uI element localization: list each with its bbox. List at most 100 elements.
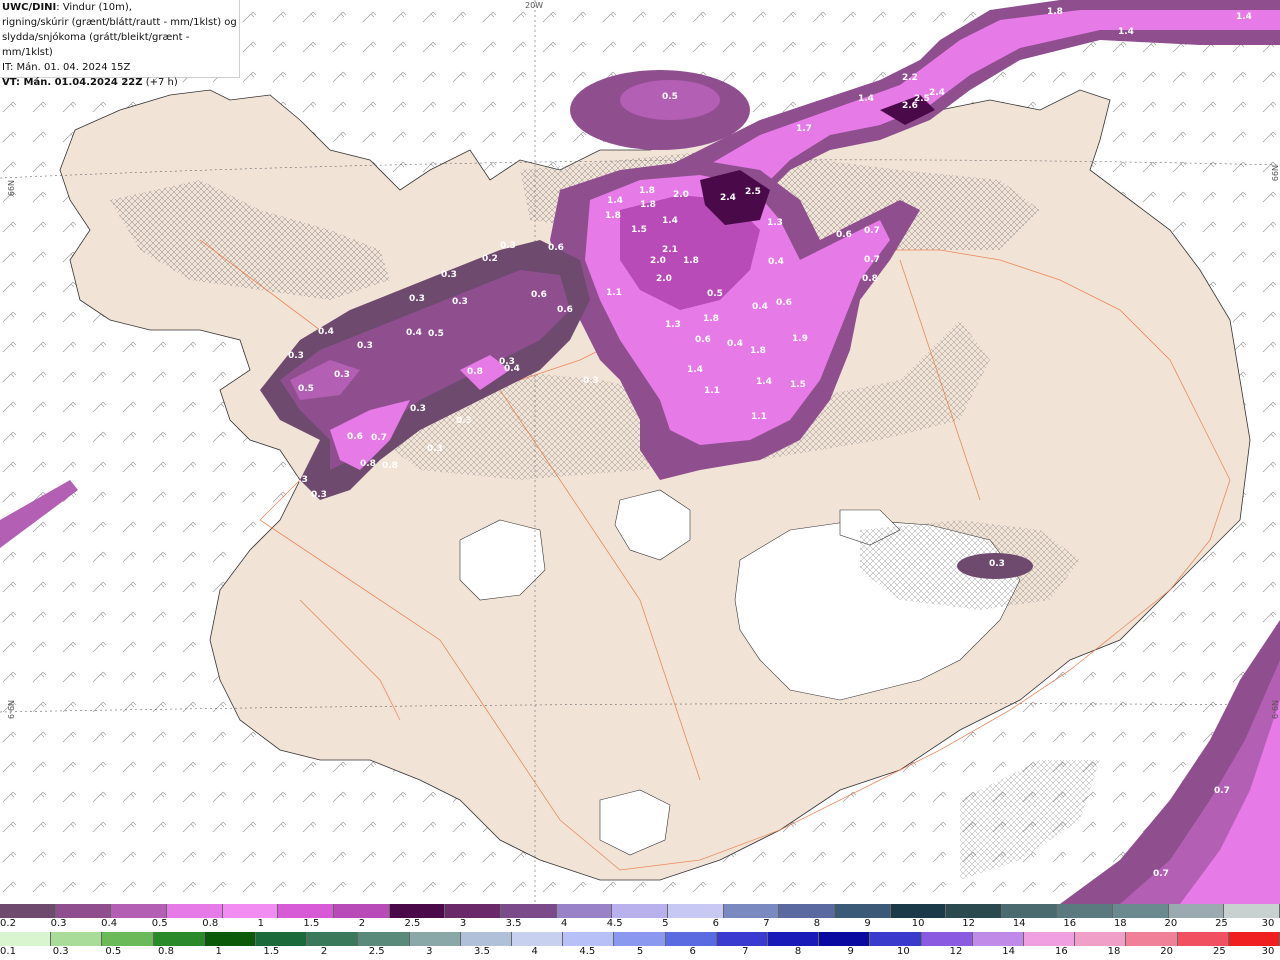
rain-legend-tick-label: 6 — [689, 946, 696, 957]
precip-value: 2.0 — [656, 274, 672, 284]
precip-value: 0.3 — [409, 294, 425, 304]
precip-value: 0.4 — [768, 257, 784, 267]
rain-legend-tick-label: 25 — [1212, 946, 1226, 957]
rain-legend-tick-label: 14 — [1002, 946, 1016, 957]
precip-value: 0.3 — [357, 341, 373, 351]
precip-value: 2.4 — [929, 88, 945, 98]
precip-value: 0.8 — [382, 461, 398, 471]
precip-value: 0.3 — [288, 351, 304, 361]
snow-legend-swatch — [111, 904, 167, 918]
lat-label-left-upper: N99 — [6, 180, 15, 196]
header-init-time: IT: Mán. 01. 04. 2024 15Z — [2, 62, 131, 73]
precip-value: 1.7 — [796, 124, 812, 134]
snow-legend-swatch — [556, 904, 613, 918]
rain-legend-swatch — [1177, 932, 1229, 946]
rain-legend-swatch — [256, 932, 308, 946]
precip-value: 1.8 — [640, 200, 656, 210]
rain-legend-swatch — [1075, 932, 1127, 946]
lat-label-right-lower: N9-9 — [1270, 700, 1279, 719]
rain-legend-swatch — [972, 932, 1025, 946]
snow-legend-swatch — [278, 904, 334, 918]
precip-value: 1.1 — [606, 288, 622, 298]
lat-label-right-upper: N99 — [1270, 165, 1279, 181]
rain-legend-swatch — [153, 932, 205, 946]
snow-legend-tick-label: 9 — [864, 918, 871, 929]
precip-value: 1.4 — [1236, 12, 1252, 22]
precip-value: 0.4 — [727, 339, 743, 349]
precip-value: 0.7 — [1153, 869, 1169, 879]
precip-value: 0.6 — [695, 335, 711, 345]
rain-legend-tick-label: 0.5 — [105, 946, 122, 957]
precip-value: 2.6 — [902, 101, 918, 111]
precip-value: 0.6 — [836, 230, 852, 240]
precip-value: 0.4 — [318, 327, 334, 337]
snow-legend-tick-label: 12 — [962, 918, 975, 929]
rain-legend-tick-label: 9 — [847, 946, 854, 957]
snow-legend-tick-label: 0.4 — [101, 918, 118, 929]
header-line-3: slydda/snjókoma (grátt/bleikt/grænt - mm… — [2, 32, 190, 58]
precip-value: 0.3 — [292, 475, 308, 485]
snow-legend-swatch — [222, 904, 279, 918]
rain-legend-tick-label: 16 — [1054, 946, 1068, 957]
rain-legend-swatch — [460, 932, 513, 946]
precip-value: 0.5 — [707, 289, 723, 299]
precip-value: 0.5 — [428, 329, 444, 339]
snow-legend-swatch — [1001, 904, 1058, 918]
snow-legend-swatch — [0, 904, 56, 918]
snow-legend-tick-label: 1.5 — [303, 918, 320, 929]
rain-legend-swatch — [870, 932, 922, 946]
precip-value: 0.3 — [989, 559, 1005, 569]
precip-value: 0.3 — [456, 416, 472, 426]
precip-value: 0.5 — [298, 384, 314, 394]
precip-value: 0.6 — [531, 290, 547, 300]
snow-legend-tick-label: 7 — [763, 918, 770, 929]
rain-legend-tick-label: 4.5 — [579, 946, 596, 957]
precip-value: 0.7 — [864, 255, 880, 265]
rain-legend-tick-label: 4 — [531, 946, 538, 957]
precip-value: 0.3 — [311, 490, 327, 500]
precip-value: 0.7 — [864, 226, 880, 236]
snow-legend-tick-label: 8 — [813, 918, 821, 929]
snow-legend-swatch — [612, 904, 668, 918]
snow-legend-tick-label: 1 — [257, 918, 264, 929]
precip-value: 2.1 — [662, 245, 678, 255]
precip-value: 0.5 — [662, 92, 678, 102]
precip-value: 0.3 — [441, 270, 457, 280]
rain-legend-swatch — [358, 932, 410, 946]
snow-legend-tick-label: 0.3 — [50, 918, 67, 929]
precip-value: 1.8 — [683, 256, 699, 266]
precip-value: 0.7 — [371, 433, 387, 443]
precip-value: 0.6 — [347, 432, 363, 442]
header-line-2: rigning/skúrir (grænt/blátt/rautt - mm/1… — [2, 17, 237, 28]
rain-legend-swatch — [665, 932, 717, 946]
valid-time-offset: (+7 h) — [142, 77, 178, 88]
rain-legend-tick-label: 12 — [949, 946, 963, 957]
precip-value: 0.4 — [406, 328, 422, 338]
precip-value: 0.3 — [452, 297, 468, 307]
header-valid-time: VT: Mán. 01.04.2024 22Z (+7 h) — [2, 75, 239, 90]
lat-label-left-lower: N9-9 — [6, 700, 15, 719]
snow-legend-tick-label: 2.5 — [404, 918, 421, 929]
snow-legend-swatch — [500, 904, 557, 918]
snow-legend-swatch — [1168, 904, 1225, 918]
precip-value: 1.4 — [858, 94, 874, 104]
rain-legend-swatch — [102, 932, 154, 946]
precip-value: 1.4 — [607, 196, 623, 206]
rain-legend-swatch — [716, 932, 769, 946]
snow-legend-tick-label: 16 — [1063, 918, 1077, 929]
rain-legend-swatch — [51, 932, 103, 946]
rain-legend-swatch — [921, 932, 973, 946]
rain-legend-swatch — [409, 932, 461, 946]
rain-legend-swatch — [768, 932, 820, 946]
snow-legend-swatch — [166, 904, 223, 918]
rain-legend-swatch — [1228, 932, 1280, 946]
rain-legend-tick-label: 8 — [794, 946, 802, 957]
snow-legend-tick-label: 0.5 — [151, 918, 168, 929]
precip-value: 1.4 — [662, 216, 678, 226]
precip-value: 2.2 — [902, 73, 918, 83]
weather-map: 1.8 1.4 1.4 0.5 2.2 2.4 2.5 2.6 1.4 1.7 … — [0, 0, 1280, 904]
snow-legend-tick-label: 5 — [662, 918, 669, 929]
snow-colorbar-labels: 0.2 0.3 0.4 0.5 0.8 1 1.5 2 2.5 3 3.5 4 4.5 5 6 7 8 9 10 12… — [0, 918, 1280, 932]
precip-value: 0.6 — [557, 305, 573, 315]
precip-value: 0.8 — [862, 274, 878, 284]
